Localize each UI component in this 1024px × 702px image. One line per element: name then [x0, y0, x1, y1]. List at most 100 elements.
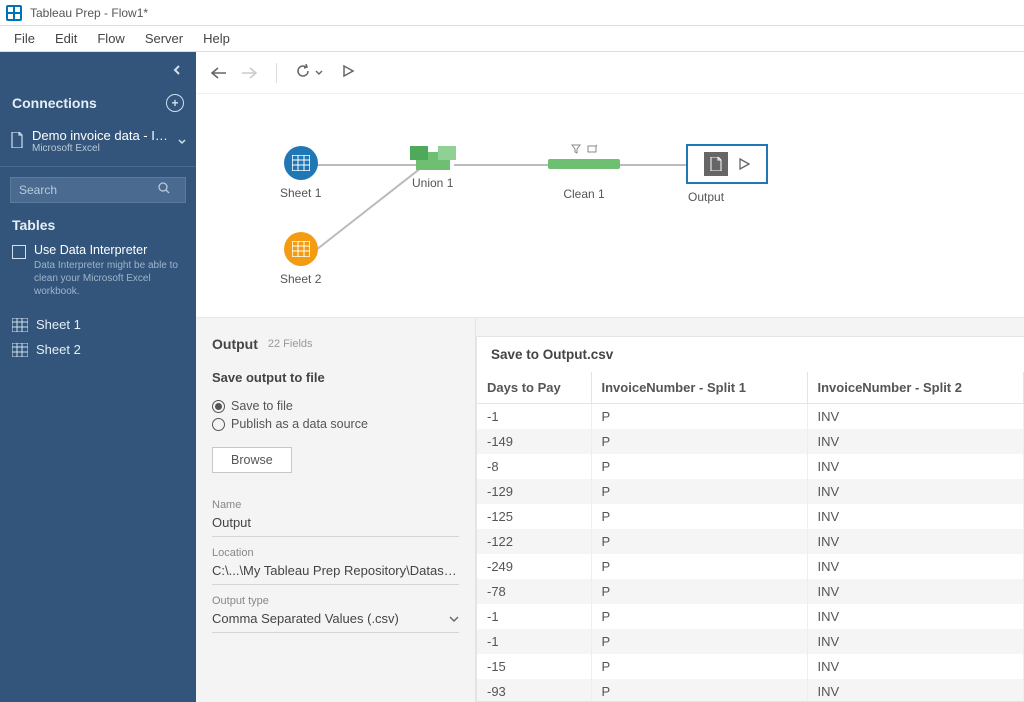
menu-file[interactable]: File: [4, 26, 45, 52]
location-field[interactable]: C:\...\My Tableau Prep Repository\Dataso…: [212, 559, 459, 585]
table-icon: [12, 343, 28, 357]
table-cell: -149: [477, 429, 591, 454]
name-field[interactable]: Output: [212, 511, 459, 537]
table-cell: INV: [807, 679, 1024, 702]
browse-button[interactable]: Browse: [212, 447, 292, 473]
table-cell: P: [591, 454, 807, 479]
radio-label: Save to file: [231, 399, 293, 413]
table-row[interactable]: -125PINV: [477, 504, 1024, 529]
radio-publish[interactable]: Publish as a data source: [212, 417, 459, 431]
table-cell: P: [591, 529, 807, 554]
table-row[interactable]: -122PINV: [477, 529, 1024, 554]
table-cell: P: [591, 679, 807, 702]
preview-title: Save to Output.csv: [477, 337, 1024, 372]
output-type-select[interactable]: Comma Separated Values (.csv): [212, 607, 459, 633]
table-row[interactable]: -129PINV: [477, 479, 1024, 504]
refresh-button[interactable]: [295, 63, 311, 82]
table-row[interactable]: -1PINV: [477, 604, 1024, 629]
table-cell: INV: [807, 404, 1024, 430]
redo-button[interactable]: [240, 66, 258, 80]
table-icon: [12, 318, 28, 332]
column-header[interactable]: InvoiceNumber - Split 2: [807, 372, 1024, 404]
flow-node-label: Clean 1: [544, 187, 624, 201]
output-preview-panel: Save to Output.csv Days to Pay InvoiceNu…: [476, 336, 1024, 702]
table-item-sheet1[interactable]: Sheet 1: [0, 312, 196, 337]
table-cell: INV: [807, 629, 1024, 654]
radio-icon: [212, 418, 225, 431]
flow-node-output[interactable]: Output: [686, 144, 768, 204]
data-interpreter-option[interactable]: Use Data Interpreter Data Interpreter mi…: [0, 243, 196, 312]
table-cell: P: [591, 554, 807, 579]
table-row[interactable]: -15PINV: [477, 654, 1024, 679]
output-field-count: 22 Fields: [268, 338, 313, 350]
collapse-sidebar-icon[interactable]: [172, 63, 182, 78]
menu-edit[interactable]: Edit: [45, 26, 87, 52]
undo-button[interactable]: [210, 66, 228, 80]
table-row[interactable]: -1PINV: [477, 629, 1024, 654]
table-row[interactable]: -1PINV: [477, 404, 1024, 430]
menu-help[interactable]: Help: [193, 26, 240, 52]
chevron-down-icon[interactable]: [178, 134, 186, 149]
table-cell: INV: [807, 604, 1024, 629]
run-flow-button[interactable]: [341, 64, 355, 81]
flow-node-label: Union 1: [412, 176, 453, 190]
table-row[interactable]: -149PINV: [477, 429, 1024, 454]
checkbox-icon[interactable]: [12, 245, 26, 259]
divider: [0, 166, 196, 167]
table-row[interactable]: -249PINV: [477, 554, 1024, 579]
flow-node-sheet2[interactable]: Sheet 2: [280, 232, 321, 286]
output-type-label: Output type: [212, 595, 459, 607]
chevron-down-icon[interactable]: [315, 65, 323, 80]
clean-step-icon: [548, 159, 620, 169]
flow-node-union[interactable]: Union 1: [412, 152, 453, 190]
run-output-icon[interactable]: [738, 158, 750, 170]
table-cell: -125: [477, 504, 591, 529]
interpreter-title: Use Data Interpreter: [34, 243, 184, 257]
table-row[interactable]: -93PINV: [477, 679, 1024, 702]
add-connection-button[interactable]: +: [166, 94, 184, 112]
name-label: Name: [212, 499, 459, 511]
menubar: File Edit Flow Server Help: [0, 26, 1024, 52]
app-title: Tableau Prep - Flow1*: [30, 6, 148, 20]
connections-heading: Connections: [12, 95, 97, 111]
table-cell: -8: [477, 454, 591, 479]
tables-heading: Tables: [0, 213, 196, 243]
flow-node-label: Sheet 1: [280, 186, 321, 200]
output-file-icon: [704, 152, 728, 176]
menu-flow[interactable]: Flow: [87, 26, 134, 52]
table-cell: -93: [477, 679, 591, 702]
table-cell: P: [591, 604, 807, 629]
table-cell: -1: [477, 629, 591, 654]
table-cell: -122: [477, 529, 591, 554]
table-cell: -1: [477, 604, 591, 629]
save-output-heading: Save output to file: [212, 370, 459, 385]
table-row[interactable]: -78PINV: [477, 579, 1024, 604]
table-cell: -129: [477, 479, 591, 504]
table-cell: P: [591, 629, 807, 654]
column-header[interactable]: InvoiceNumber - Split 1: [591, 372, 807, 404]
table-cell: P: [591, 479, 807, 504]
table-row[interactable]: -8PINV: [477, 454, 1024, 479]
interpreter-sub: Data Interpreter might be able to clean …: [34, 259, 184, 298]
radio-save-to-file[interactable]: Save to file: [212, 399, 459, 413]
preview-table[interactable]: Days to Pay InvoiceNumber - Split 1 Invo…: [477, 372, 1024, 702]
output-type-value: Comma Separated Values (.csv): [212, 611, 399, 626]
table-source-icon: [284, 232, 318, 266]
separator: [276, 63, 277, 83]
flow-node-label: Sheet 2: [280, 272, 321, 286]
column-header[interactable]: Days to Pay: [477, 372, 591, 404]
flow-canvas[interactable]: Sheet 1 Sheet 2 Union 1 Clean 1: [196, 94, 1024, 318]
flow-node-clean[interactable]: Clean 1: [544, 146, 624, 201]
table-cell: P: [591, 654, 807, 679]
radio-label: Publish as a data source: [231, 417, 368, 431]
rename-icon: [587, 144, 597, 154]
table-item-sheet2[interactable]: Sheet 2: [0, 337, 196, 362]
flow-node-sheet1[interactable]: Sheet 1: [280, 146, 321, 200]
table-cell: INV: [807, 454, 1024, 479]
table-cell: -1: [477, 404, 591, 430]
connection-item[interactable]: Demo invoice data - Ips... Microsoft Exc…: [0, 122, 196, 160]
output-config-panel: Output 22 Fields Save output to file Sav…: [196, 318, 476, 702]
table-cell: -15: [477, 654, 591, 679]
table-cell: P: [591, 429, 807, 454]
menu-server[interactable]: Server: [135, 26, 193, 52]
